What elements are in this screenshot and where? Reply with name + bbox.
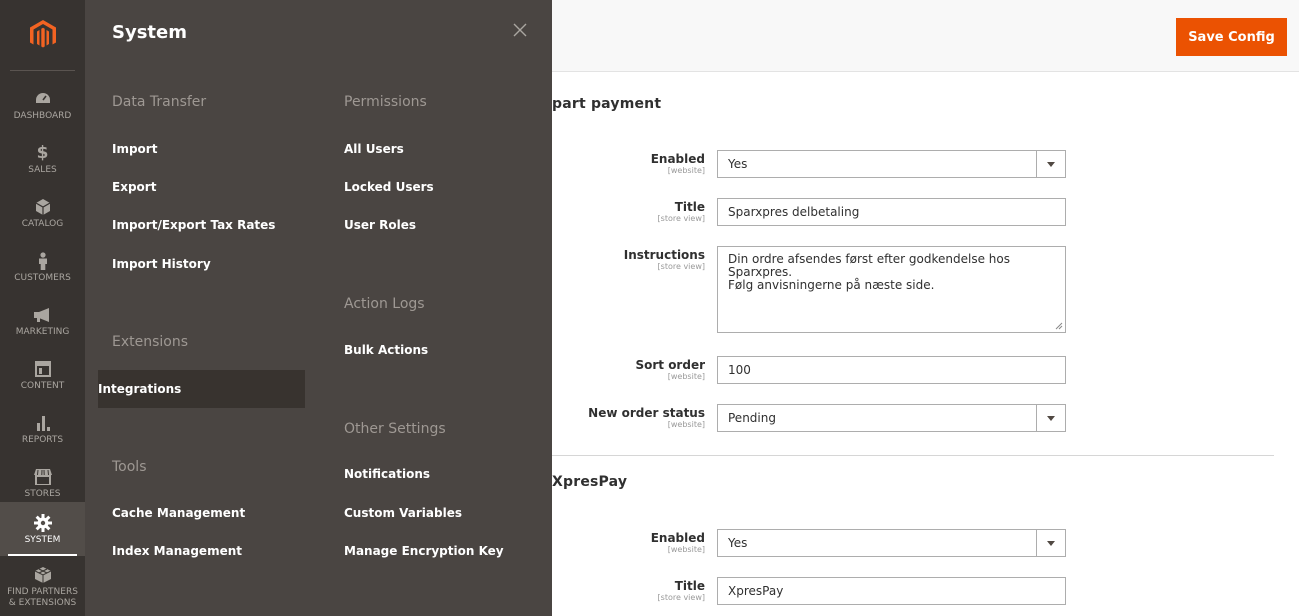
person-icon: [33, 251, 53, 271]
nav-label-line2: & EXTENSIONS: [8, 598, 77, 608]
nav-label-line1: FIND PARTNERS: [7, 587, 78, 597]
section-heading-tools: Tools: [112, 459, 147, 475]
store-icon: [33, 467, 53, 487]
field-label-instructions: Instructions [store view]: [623, 248, 705, 271]
new-order-status-select[interactable]: Pending: [717, 404, 1066, 432]
menu-link-custom-variables[interactable]: Custom Variables: [344, 506, 462, 520]
nav-label: STORES: [24, 488, 61, 499]
xprespay-enabled-select[interactable]: Yes: [717, 529, 1066, 557]
magento-logo[interactable]: [0, 0, 85, 70]
menu-link-notifications[interactable]: Notifications: [344, 467, 430, 481]
resize-handle-icon[interactable]: [1055, 322, 1063, 330]
logo-divider: [10, 70, 75, 71]
field-label-new-order-status: New order status [website]: [588, 406, 705, 429]
close-icon[interactable]: [510, 20, 530, 40]
group-title-part-payment[interactable]: part payment: [552, 96, 661, 112]
panel-title: System: [112, 22, 187, 43]
menu-link-index-management[interactable]: Index Management: [112, 544, 242, 558]
menu-link-import-history[interactable]: Import History: [112, 257, 211, 271]
dashboard-icon: [33, 89, 53, 109]
section-heading-action-logs: Action Logs: [344, 296, 425, 312]
nav-dashboard[interactable]: DASHBOARD: [0, 78, 85, 132]
title-input[interactable]: Sparxpres delbetaling: [717, 198, 1066, 226]
menu-link-cache-management[interactable]: Cache Management: [112, 506, 245, 520]
menu-link-integrations[interactable]: Integrations: [98, 382, 181, 396]
gear-icon: [33, 513, 53, 533]
bar-chart-icon: [33, 413, 53, 433]
instructions-textarea[interactable]: Din ordre afsendes først efter godkendel…: [717, 246, 1066, 333]
sort-order-input[interactable]: 100: [717, 356, 1066, 384]
section-heading-permissions: Permissions: [344, 94, 427, 110]
field-label-enabled: Enabled [website]: [650, 152, 705, 175]
enabled-select[interactable]: Yes: [717, 150, 1066, 178]
nav-sales[interactable]: $ SALES: [0, 132, 85, 186]
nav-label: MARKETING: [15, 326, 70, 337]
group-divider: [552, 455, 1274, 456]
dollar-icon: $: [36, 142, 49, 163]
section-heading-other-settings: Other Settings: [344, 421, 446, 437]
field-label-sort-order: Sort order [website]: [635, 358, 705, 381]
box-icon: [33, 197, 53, 217]
menu-link-export[interactable]: Export: [112, 180, 156, 194]
system-menu-panel: System Data Transfer Import Export Impor…: [85, 0, 552, 616]
admin-sidebar: DASHBOARD $ SALES CATALOG CUSTOMERS MARK…: [0, 0, 85, 616]
menu-link-user-roles[interactable]: User Roles: [344, 218, 416, 232]
save-config-button[interactable]: Save Config: [1176, 18, 1287, 56]
nav-marketing[interactable]: MARKETING: [0, 294, 85, 348]
chevron-down-icon: [1036, 530, 1065, 556]
nav-customers[interactable]: CUSTOMERS: [0, 240, 85, 294]
menu-link-import[interactable]: Import: [112, 142, 157, 156]
menu-link-import-export-tax-rates[interactable]: Import/Export Tax Rates: [112, 218, 275, 232]
nav-reports[interactable]: REPORTS: [0, 402, 85, 456]
menu-link-all-users[interactable]: All Users: [344, 142, 404, 156]
cube-icon: [33, 565, 53, 585]
chevron-down-icon: [1036, 151, 1065, 177]
nav-label: CUSTOMERS: [14, 272, 71, 283]
menu-link-manage-encryption-key[interactable]: Manage Encryption Key: [344, 544, 504, 558]
section-heading-data-transfer: Data Transfer: [112, 94, 207, 110]
nav-find-partners[interactable]: FIND PARTNERS & EXTENSIONS: [0, 560, 85, 614]
section-heading-extensions: Extensions: [112, 334, 189, 350]
nav-label: CATALOG: [21, 218, 64, 229]
group-title-xprespay[interactable]: XpresPay: [552, 474, 627, 490]
field-label-enabled: Enabled [website]: [650, 531, 705, 554]
xprespay-title-input[interactable]: XpresPay: [717, 577, 1066, 605]
nav-content[interactable]: CONTENT: [0, 348, 85, 402]
menu-link-locked-users[interactable]: Locked Users: [344, 180, 434, 194]
nav-system[interactable]: SYSTEM: [0, 502, 85, 556]
nav-label: DASHBOARD: [13, 110, 72, 121]
nav-label: SYSTEM: [24, 534, 61, 545]
nav-label: SALES: [28, 164, 57, 175]
magento-logo-icon: [29, 20, 56, 48]
layout-icon: [33, 359, 53, 379]
megaphone-icon: [33, 305, 53, 325]
nav-label: REPORTS: [21, 434, 64, 445]
field-label-title: Title [store view]: [657, 579, 705, 602]
chevron-down-icon: [1036, 405, 1065, 431]
nav-catalog[interactable]: CATALOG: [0, 186, 85, 240]
field-label-title: Title [store view]: [657, 200, 705, 223]
menu-link-bulk-actions[interactable]: Bulk Actions: [344, 343, 428, 357]
nav-label: CONTENT: [20, 380, 65, 391]
